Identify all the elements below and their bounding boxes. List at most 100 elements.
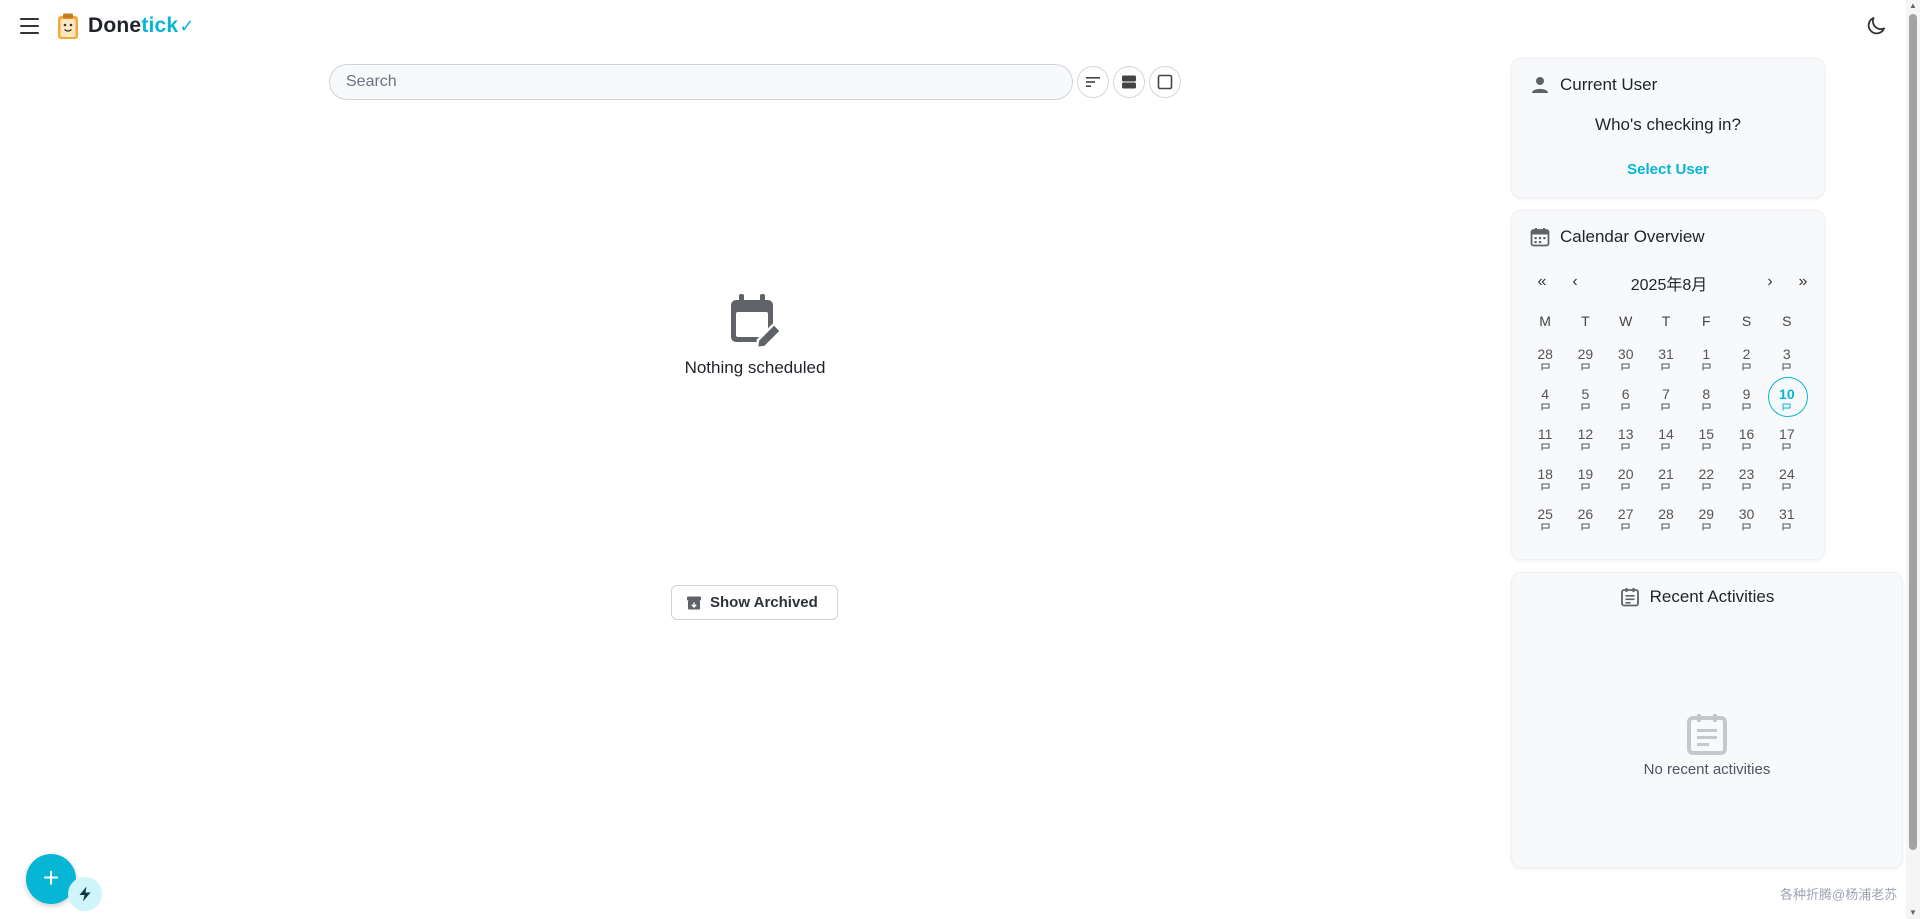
- calendar-day-number: 21: [1658, 466, 1674, 482]
- day-marker-icon: [1581, 363, 1590, 371]
- calendar-day[interactable]: 29: [1686, 503, 1726, 543]
- calendar-day[interactable]: 30: [1726, 503, 1766, 543]
- show-archived-button[interactable]: Show Archived: [671, 585, 838, 620]
- calendar-day-number: 4: [1541, 386, 1550, 402]
- brand-name-part2: tick: [141, 14, 179, 37]
- calendar-day[interactable]: 11: [1525, 423, 1565, 463]
- day-marker-icon: [1661, 403, 1670, 411]
- checkin-prompt: Who's checking in?: [1595, 115, 1741, 134]
- calendar-day-number: 31: [1658, 346, 1674, 362]
- calendar-day[interactable]: 12: [1565, 423, 1605, 463]
- day-marker-icon: [1742, 403, 1751, 411]
- calendar-grid: M T W T F S S 28 29 30 31 1 2 3 4 5 6 7 8 9 10 11 12 13 1…: [1525, 309, 1808, 543]
- day-marker-icon: [1702, 443, 1711, 451]
- calendar-day[interactable]: 27: [1606, 503, 1646, 543]
- calendar-overview-card: Calendar Overview « ‹ 2025年8月 › » M T W …: [1511, 210, 1825, 560]
- calendar-day[interactable]: 25: [1525, 503, 1565, 543]
- calendar-day-number: 22: [1698, 466, 1715, 482]
- calendar-day[interactable]: 18: [1525, 463, 1565, 503]
- calendar-day[interactable]: 8: [1686, 383, 1726, 423]
- quick-add-button[interactable]: [68, 877, 102, 911]
- watermark-text: 各种折腾@杨浦老苏: [1780, 887, 1898, 902]
- calendar-day[interactable]: 14: [1646, 423, 1686, 463]
- weekday-label: F: [1701, 313, 1711, 329]
- calendar-weeks: 28 29 30 31 1 2 3 4 5 6 7 8 9 10 11 12 13 14 15 16 17 18 19 20 2…: [1525, 343, 1808, 543]
- search-input[interactable]: [346, 73, 1072, 91]
- activities-empty-text: No recent activities: [1643, 761, 1771, 778]
- calendar-day-number: 6: [1621, 386, 1630, 402]
- calendar-day[interactable]: 31: [1767, 503, 1807, 543]
- calendar-day-number: 19: [1577, 466, 1594, 482]
- calendar-day[interactable]: 1: [1686, 343, 1726, 383]
- day-marker-icon: [1702, 363, 1711, 371]
- next-year-button[interactable]: »: [1793, 273, 1813, 291]
- calendar-day[interactable]: 30: [1606, 343, 1646, 383]
- day-marker-icon: [1742, 483, 1751, 491]
- calendar-day[interactable]: 4: [1525, 383, 1565, 423]
- compact-view-button[interactable]: [1113, 66, 1145, 98]
- brand-name-part1: Done: [88, 14, 142, 37]
- stacked-view-icon: [1122, 75, 1136, 89]
- calendar-day[interactable]: 23: [1726, 463, 1766, 503]
- app-header: Donetick✓: [0, 0, 1900, 52]
- day-marker-icon: [1621, 403, 1630, 411]
- day-marker-icon: [1621, 523, 1630, 531]
- select-user-button[interactable]: Select User: [1512, 161, 1824, 178]
- calendar-day[interactable]: 6: [1606, 383, 1646, 423]
- show-archived-label: Show Archived: [710, 594, 818, 611]
- day-marker-icon: [1702, 523, 1711, 531]
- calendar-day[interactable]: 28: [1646, 503, 1686, 543]
- sort-button[interactable]: [1077, 66, 1109, 98]
- calendar-day[interactable]: 15: [1686, 423, 1726, 463]
- calendar-day-number: 11: [1537, 426, 1553, 442]
- calendar-day-number: 9: [1742, 386, 1751, 402]
- square-select-icon: [1157, 74, 1173, 90]
- weekday-label: S: [1782, 313, 1792, 329]
- calendar-month-label[interactable]: 2025年8月: [1602, 271, 1736, 295]
- calendar-day-number: 30: [1738, 506, 1755, 522]
- brand[interactable]: Donetick✓: [56, 12, 195, 40]
- calendar-day[interactable]: 9: [1726, 383, 1766, 423]
- calendar-day[interactable]: 29: [1565, 343, 1605, 383]
- calendar-day[interactable]: 13: [1606, 423, 1646, 463]
- scroll-thumb[interactable]: [1909, 14, 1917, 850]
- calendar-day[interactable]: 19: [1565, 463, 1605, 503]
- calendar-day-today[interactable]: 10: [1767, 377, 1808, 423]
- calendar-day[interactable]: 31: [1646, 343, 1686, 383]
- calendar-day[interactable]: 20: [1606, 463, 1646, 503]
- next-month-button[interactable]: ›: [1760, 273, 1780, 291]
- calendar-week-row: 18 19 20 21 22 23 24: [1525, 463, 1807, 503]
- calendar-day[interactable]: 16: [1726, 423, 1766, 463]
- prev-month-button[interactable]: ‹: [1565, 273, 1585, 291]
- calendar-day-number: 2: [1742, 346, 1751, 362]
- calendar-day[interactable]: 2: [1726, 343, 1766, 383]
- hamburger-menu-icon[interactable]: [18, 14, 42, 38]
- today-ring: [1767, 377, 1808, 417]
- calendar-day[interactable]: 21: [1646, 463, 1686, 503]
- clipboard-logo-icon: [58, 13, 78, 39]
- search-field[interactable]: [329, 64, 1073, 100]
- calendar-day[interactable]: 17: [1767, 423, 1807, 463]
- calendar-day[interactable]: 24: [1767, 463, 1807, 503]
- calendar-day-number: 28: [1537, 346, 1553, 362]
- calendar-day[interactable]: 22: [1686, 463, 1726, 503]
- calendar-day[interactable]: 5: [1565, 383, 1605, 423]
- weekday-label: T: [1581, 313, 1590, 329]
- prev-year-button[interactable]: «: [1532, 273, 1552, 291]
- day-marker-icon: [1661, 483, 1670, 491]
- calendar-day[interactable]: 7: [1646, 383, 1686, 423]
- scroll-up-arrow-icon[interactable]: ▲: [1909, 2, 1917, 10]
- day-marker-icon: [1581, 403, 1590, 411]
- calendar-day[interactable]: 28: [1525, 343, 1565, 383]
- select-mode-button[interactable]: [1149, 66, 1181, 98]
- calendar-day-number: 1: [1702, 346, 1711, 362]
- calendar-day[interactable]: 26: [1565, 503, 1605, 543]
- calendar-title: Calendar Overview: [1560, 227, 1705, 246]
- day-marker-icon: [1541, 443, 1550, 451]
- scroll-down-arrow-icon[interactable]: ▼: [1909, 909, 1917, 917]
- calendar-day-number: 5: [1581, 386, 1590, 402]
- moon-icon[interactable]: [1864, 14, 1888, 38]
- empty-state-text: Nothing scheduled: [684, 358, 826, 377]
- page-scrollbar[interactable]: ▲ ▼: [1906, 0, 1920, 919]
- calendar-icon: [1530, 228, 1550, 247]
